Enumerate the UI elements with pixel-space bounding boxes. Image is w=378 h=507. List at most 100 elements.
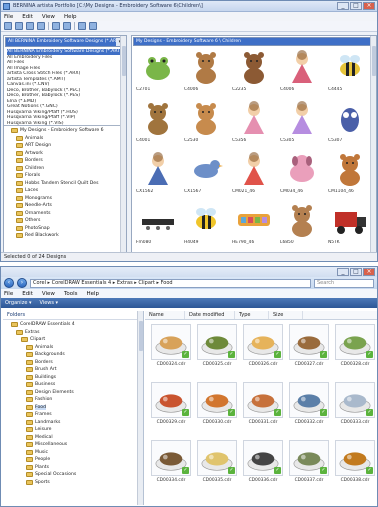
tree-item[interactable]: People (6, 456, 140, 464)
views-button[interactable]: Views ▾ (40, 300, 59, 306)
tree-item[interactable]: CorelDRAW Essentials 4 (6, 321, 140, 329)
scroll-thumb[interactable] (139, 321, 143, 351)
tree-item[interactable]: Red Blackwork (6, 232, 124, 240)
tree-item[interactable]: Florals (6, 172, 124, 180)
file-thumbnail[interactable]: ✓ CD00326.cdr (241, 324, 285, 378)
tree-item[interactable]: Miscellaneous (6, 441, 140, 449)
column-size[interactable]: Size (269, 311, 303, 319)
menu-view[interactable]: View (42, 291, 55, 297)
open-icon[interactable] (4, 22, 12, 30)
design-thumbnail[interactable]: CX1562 (135, 151, 181, 200)
design-thumbnail[interactable]: N5TK (327, 202, 373, 251)
tree-item[interactable]: Fashion (6, 396, 140, 404)
tree-item[interactable]: Animals (6, 135, 124, 143)
design-thumbnail[interactable]: Fm080 (135, 202, 181, 251)
menu-file[interactable]: File (4, 291, 13, 297)
details-icon[interactable] (63, 22, 71, 30)
menu-help[interactable]: Help (87, 291, 100, 297)
maximize-button[interactable]: □ (350, 2, 362, 10)
folder-scrollbar[interactable] (120, 36, 126, 252)
tree-item[interactable]: Music (6, 449, 140, 457)
file-thumbnail[interactable]: ✓ CD00327.cdr (287, 324, 331, 378)
path-bar[interactable]: My Designs - Embroidery Software 6 \ Chi… (133, 37, 375, 46)
back-icon[interactable]: ‹ (4, 278, 14, 288)
folder-tree[interactable]: My Designs - Embroidery Software 6 Animal… (4, 126, 126, 251)
tree-item[interactable]: Medical (6, 434, 140, 442)
design-thumbnail[interactable]: H4049 (183, 202, 229, 251)
menu-file[interactable]: File (4, 14, 13, 20)
tree-item[interactable]: Sports (6, 479, 140, 487)
design-thumbnail[interactable]: C4006 (183, 49, 229, 98)
zoom-icon[interactable] (78, 22, 86, 30)
design-thumbnail[interactable]: CM034_46 (279, 151, 325, 200)
file-thumbnail[interactable]: ✓ CD00332.cdr (287, 382, 331, 436)
tree-item[interactable]: Needle-Arts (6, 202, 124, 210)
folders-scrollbar[interactable] (137, 311, 143, 505)
tree-item[interactable]: Others (6, 217, 124, 225)
menu-edit[interactable]: Edit (22, 291, 33, 297)
design-scrollbar[interactable] (370, 36, 376, 252)
tree-item[interactable]: Buildings (6, 374, 140, 382)
tree-item[interactable]: Hobbs Tandem Stencil Quilt Des (6, 180, 124, 188)
tree-item[interactable]: Backgrounds (6, 351, 140, 359)
file-thumbnail[interactable]: ✓ CD00336.cdr (241, 440, 285, 494)
minimize-button[interactable]: _ (337, 268, 349, 276)
organize-button[interactable]: Organize ▾ (5, 300, 32, 306)
filetype-list[interactable]: All BERNINA Embroidery Software Designs … (4, 48, 126, 126)
file-thumbnail[interactable]: ✓ CD00337.cdr (287, 440, 331, 494)
tree-item[interactable]: Food (6, 404, 140, 412)
design-thumbnail[interactable]: C5356 (231, 100, 277, 149)
design-thumbnail[interactable]: C2530 (183, 100, 229, 149)
folders-tree[interactable]: CorelDRAW Essentials 4 Extras Clipart Anima… (3, 320, 143, 487)
file-thumbnail[interactable]: ✓ CD00331.cdr (241, 382, 285, 436)
tree-item[interactable]: Landmarks (6, 419, 140, 427)
file-thumbnail[interactable]: ✓ CD00338.cdr (333, 440, 377, 494)
scroll-thumb[interactable] (122, 46, 126, 76)
minimize-button[interactable]: _ (337, 2, 349, 10)
tree-item[interactable]: Frames (6, 411, 140, 419)
folders-header[interactable]: Folders (3, 311, 143, 320)
close-button[interactable]: × (363, 268, 375, 276)
tree-item[interactable]: Design Elements (6, 389, 140, 397)
view-icon[interactable] (52, 22, 60, 30)
forward-icon[interactable]: › (17, 278, 27, 288)
tree-item[interactable]: Business (6, 381, 140, 389)
design-thumbnail[interactable]: CM021_46 (231, 151, 277, 200)
maximize-button[interactable]: □ (350, 268, 362, 276)
design-thumbnail[interactable]: C5305 (279, 100, 325, 149)
tree-item[interactable]: Extras (6, 329, 140, 337)
breadcrumb[interactable]: Corel ▸ CorelDRAW Essentials 4 ▸ Extras … (30, 278, 311, 288)
column-date-modified[interactable]: Date modified (185, 311, 235, 319)
menu-help[interactable]: Help (64, 14, 77, 20)
tree-item[interactable]: Animals (6, 344, 140, 352)
tree-item[interactable]: ART Design (6, 142, 124, 150)
design-thumbnail[interactable]: C4001 (135, 100, 181, 149)
design-thumbnail[interactable]: C4006 (279, 49, 325, 98)
search-input[interactable]: Search (314, 278, 374, 288)
tree-item[interactable]: Special Occasions (6, 471, 140, 479)
tree-item[interactable]: PhotoSnap (6, 225, 124, 233)
design-thumbnail[interactable]: C2235 (231, 49, 277, 98)
filetype-item[interactable]: All BERNINA Embroidery Software Designs … (7, 49, 123, 55)
tree-item[interactable]: Borders (6, 359, 140, 367)
print-icon[interactable] (26, 22, 34, 30)
design-thumbnail[interactable]: C5307 (327, 100, 373, 149)
tree-item[interactable]: Artwork (6, 150, 124, 158)
design-thumbnail[interactable]: C2701 (135, 49, 181, 98)
tree-item[interactable]: Brush Art (6, 366, 140, 374)
column-type[interactable]: Type (235, 311, 269, 319)
filetype-combo[interactable]: All BERNINA Embroidery Software Designs … (5, 37, 125, 47)
design-thumbnail[interactable]: CX1567 (183, 151, 229, 200)
tree-item[interactable]: Monograms (6, 195, 124, 203)
file-thumbnail[interactable]: ✓ CD00325.cdr (195, 324, 239, 378)
design-thumbnail[interactable]: CM1104_46 (327, 151, 373, 200)
file-thumbnail[interactable]: ✓ CD00334.cdr (149, 440, 193, 494)
file-thumbnail[interactable]: ✓ CD00330.cdr (195, 382, 239, 436)
tree-item[interactable]: Plants (6, 464, 140, 472)
close-button[interactable]: × (363, 2, 375, 10)
tree-item[interactable]: Borders (6, 157, 124, 165)
tree-item[interactable]: Clipart (6, 336, 140, 344)
file-thumbnail[interactable]: ✓ CD00333.cdr (333, 382, 377, 436)
file-thumbnail[interactable]: ✓ CD00335.cdr (195, 440, 239, 494)
file-thumbnail[interactable]: ✓ CD00329.cdr (149, 382, 193, 436)
